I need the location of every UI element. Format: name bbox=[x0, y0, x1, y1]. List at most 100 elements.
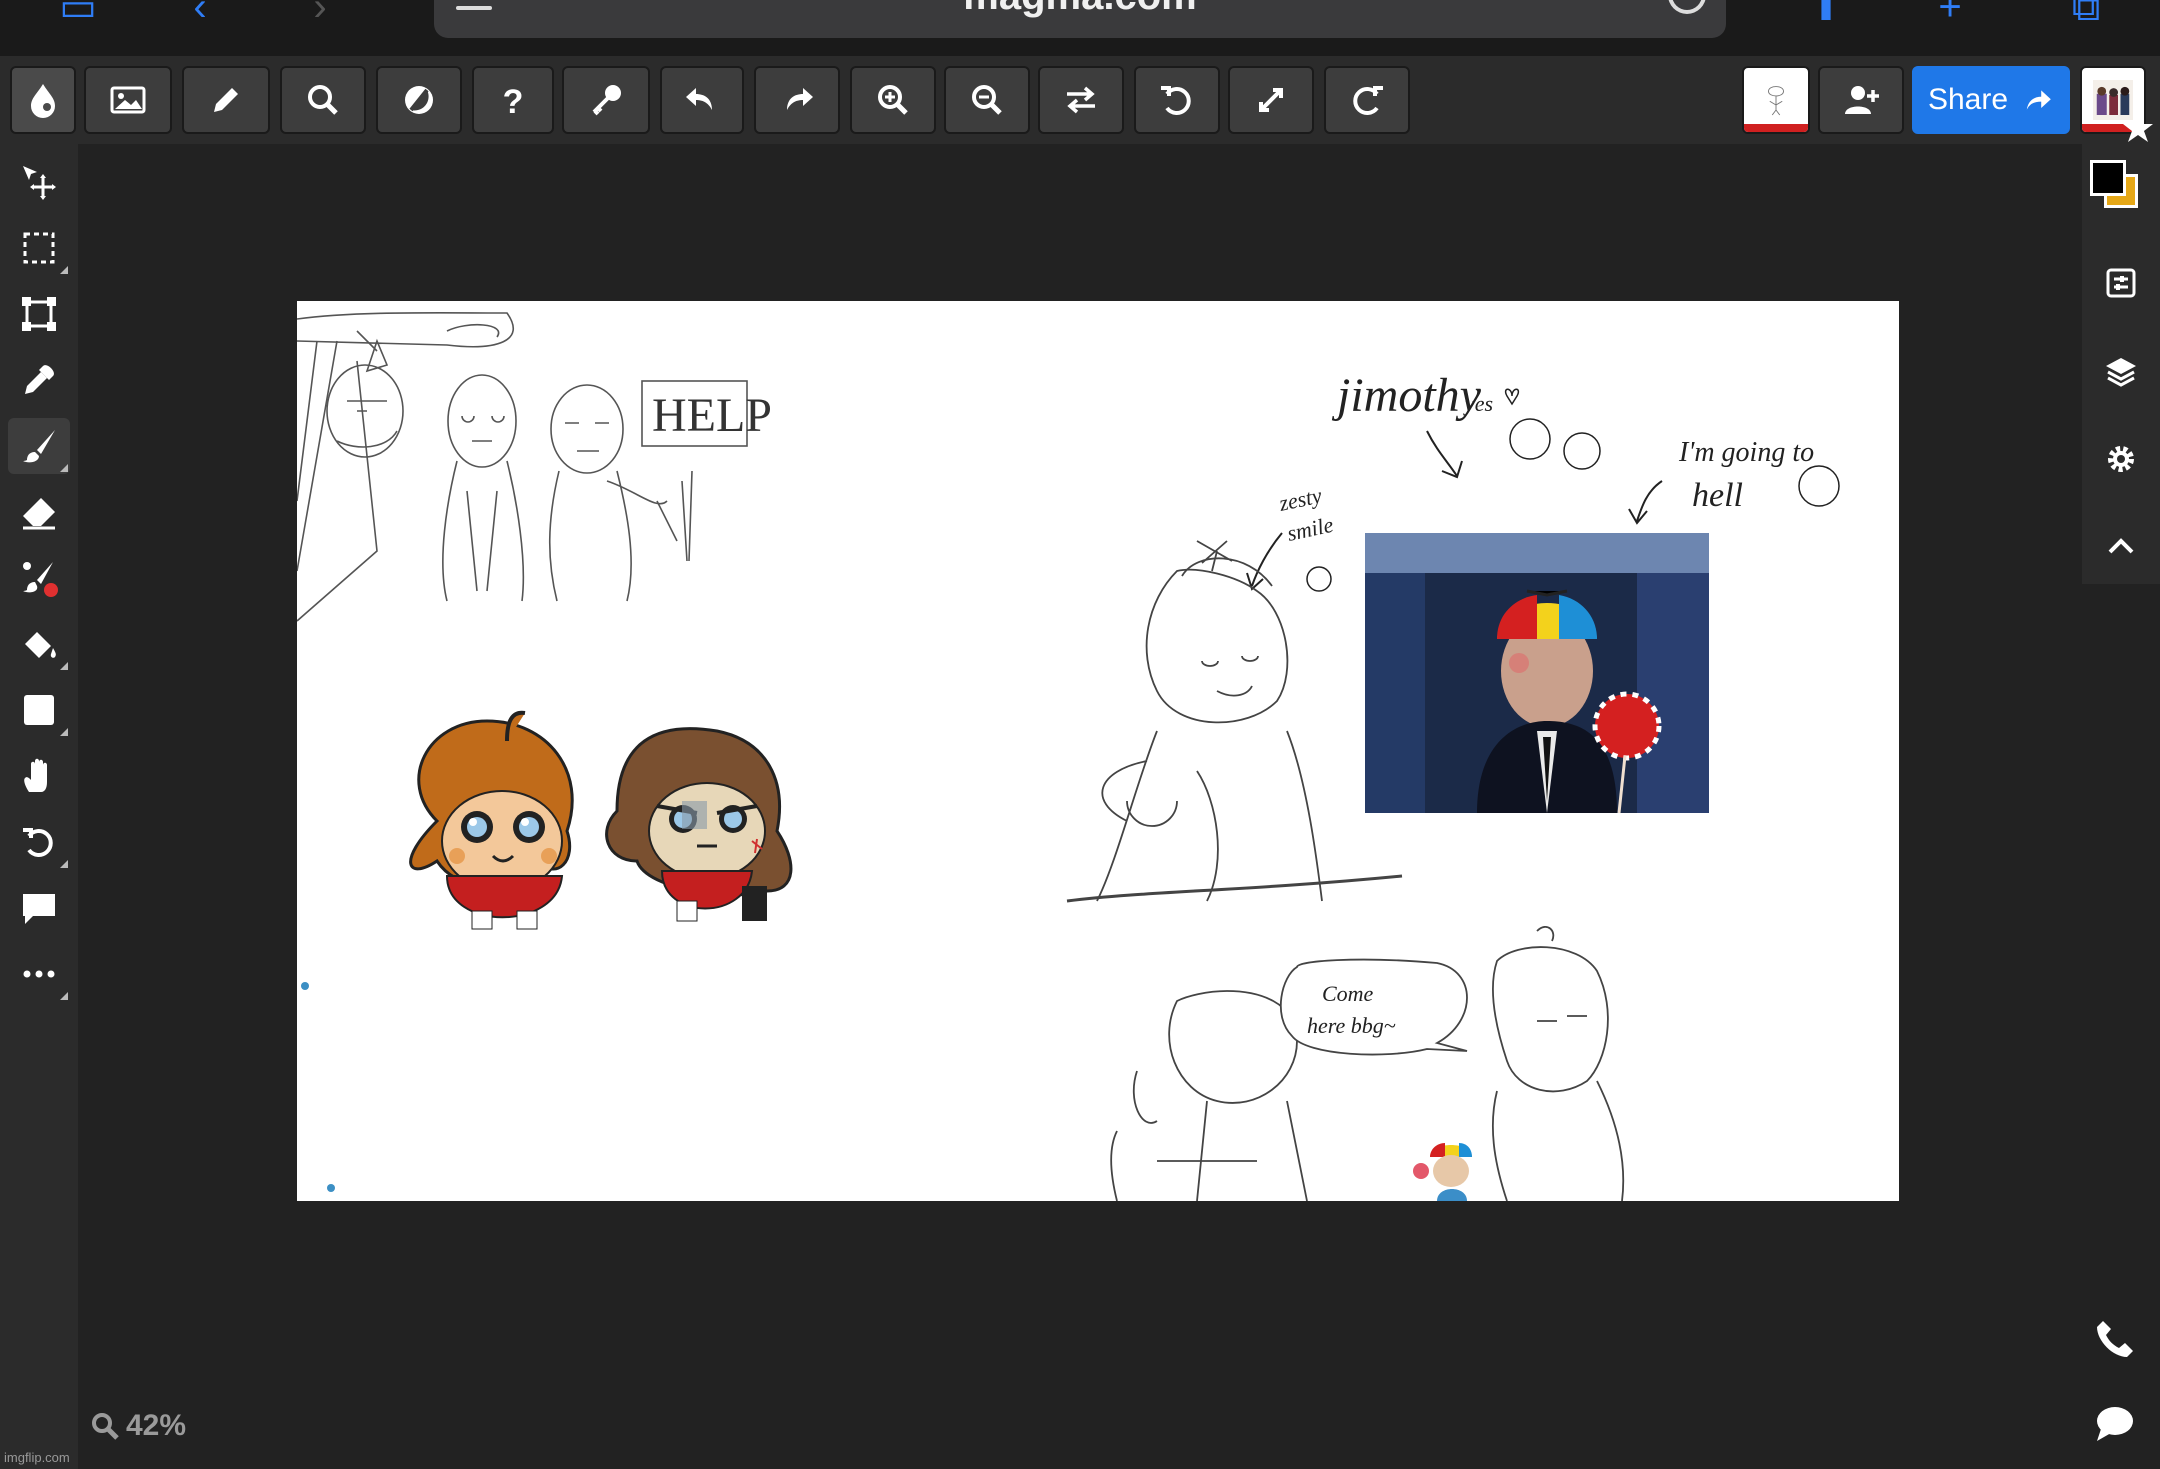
undo-button[interactable] bbox=[660, 66, 744, 134]
layers-button[interactable] bbox=[2094, 344, 2148, 398]
shape-icon bbox=[24, 695, 54, 725]
brush-tool[interactable] bbox=[8, 418, 70, 474]
search-button[interactable] bbox=[280, 66, 366, 134]
rotate-view-icon bbox=[23, 828, 53, 857]
comment-tool[interactable] bbox=[8, 880, 70, 936]
here-text: here bbg~ bbox=[1307, 1013, 1396, 1038]
sidebar-icon[interactable]: ▭ bbox=[48, 0, 108, 27]
more-tools[interactable] bbox=[8, 946, 70, 1002]
pasted-photo bbox=[1365, 533, 1709, 814]
fullscreen-button[interactable] bbox=[1228, 66, 1314, 134]
gear-icon bbox=[2108, 446, 2134, 472]
pencil-button[interactable] bbox=[182, 66, 270, 134]
forward-icon[interactable]: › bbox=[290, 0, 350, 27]
drawing-canvas[interactable]: HELP jimothy yes I'm going to hell zesty… bbox=[297, 301, 1899, 1201]
move-tool[interactable] bbox=[8, 154, 70, 210]
star-icon[interactable] bbox=[2122, 112, 2154, 144]
submenu-indicator bbox=[60, 662, 68, 670]
magma-logo-icon bbox=[31, 84, 55, 118]
redo-button[interactable] bbox=[754, 66, 840, 134]
shape-tool[interactable] bbox=[8, 682, 70, 738]
help-icon: ? bbox=[503, 83, 524, 120]
brush-icon bbox=[23, 430, 55, 463]
left-tool-panel bbox=[0, 144, 78, 1469]
more-icon bbox=[23, 970, 55, 978]
zoom-readout[interactable]: 42% bbox=[90, 1409, 186, 1443]
image-button[interactable] bbox=[84, 66, 172, 134]
rotate-right-button[interactable] bbox=[1324, 66, 1410, 134]
smudge-icon bbox=[23, 562, 58, 597]
eyedropper-icon bbox=[25, 365, 54, 394]
zesty-arrow-doodle bbox=[1246, 532, 1283, 591]
user-thumbnail-button[interactable] bbox=[1742, 66, 1810, 134]
rotate-left-icon bbox=[1161, 86, 1191, 115]
zoom-value: 42% bbox=[126, 1409, 187, 1442]
add-user-icon bbox=[1845, 86, 1879, 114]
voice-call-button[interactable] bbox=[2088, 1312, 2142, 1366]
sketch-thumbnail bbox=[1756, 80, 1796, 120]
share-button[interactable]: Share bbox=[1912, 66, 2070, 134]
settings-button[interactable] bbox=[2094, 432, 2148, 486]
svg-text:?: ? bbox=[503, 83, 524, 120]
zesty-text: zesty bbox=[1276, 482, 1324, 516]
eraser-icon bbox=[23, 498, 55, 530]
rotate-left-button[interactable] bbox=[1134, 66, 1220, 134]
transform-tool[interactable] bbox=[8, 286, 70, 342]
add-user-button[interactable] bbox=[1818, 66, 1904, 134]
rotate-view-tool[interactable] bbox=[8, 814, 70, 870]
eraser-tool[interactable] bbox=[8, 484, 70, 540]
chat-button[interactable] bbox=[2088, 1396, 2142, 1450]
smudge-tool[interactable] bbox=[8, 550, 70, 606]
eyedropper-tool[interactable] bbox=[8, 352, 70, 408]
search-icon bbox=[308, 85, 338, 115]
transform-icon bbox=[22, 297, 56, 331]
image-icon bbox=[110, 86, 146, 114]
arrow-doodle bbox=[1426, 430, 1463, 479]
circle-slash-icon bbox=[405, 86, 433, 114]
zoom-in-button[interactable] bbox=[850, 66, 936, 134]
zoom-in-icon bbox=[878, 85, 908, 115]
add-tab-icon[interactable]: + bbox=[1920, 0, 1980, 27]
comment-icon bbox=[23, 894, 55, 924]
tabs-icon[interactable]: ⧉ bbox=[2056, 0, 2116, 27]
jimothy-text: jimothy bbox=[1331, 369, 1482, 422]
collapse-panel-button[interactable] bbox=[2094, 520, 2148, 574]
key-button[interactable] bbox=[562, 66, 650, 134]
flip-icon bbox=[1067, 86, 1095, 114]
zoom-out-button[interactable] bbox=[944, 66, 1030, 134]
watermark: imgflip.com bbox=[4, 1450, 70, 1465]
chibi-brown-hair bbox=[605, 727, 793, 922]
hell-smiley-doodle bbox=[1798, 465, 1840, 507]
brush-settings-button[interactable] bbox=[376, 66, 462, 134]
color-swatch[interactable] bbox=[2090, 160, 2150, 220]
user-status-bar bbox=[1744, 124, 1808, 132]
help-sign-text: HELP bbox=[652, 389, 772, 442]
search-icon bbox=[92, 1413, 119, 1440]
smiley-doodle bbox=[1509, 418, 1551, 460]
chevron-up-icon bbox=[2108, 538, 2134, 554]
primary-color[interactable] bbox=[2090, 160, 2126, 196]
hell-text: hell bbox=[1692, 477, 1743, 514]
share-sheet-icon[interactable]: ⬆ bbox=[1796, 0, 1856, 27]
fullscreen-icon bbox=[1259, 88, 1283, 112]
submenu-indicator bbox=[60, 860, 68, 868]
fill-icon bbox=[25, 632, 56, 658]
sketch-group-help bbox=[297, 311, 748, 622]
share-arrow-icon bbox=[2026, 90, 2051, 110]
zesty-smiley-doodle bbox=[1306, 566, 1332, 592]
phone-icon bbox=[2097, 1321, 2133, 1357]
hand-tool[interactable] bbox=[8, 748, 70, 804]
layers-icon bbox=[2106, 358, 2136, 387]
fill-tool[interactable] bbox=[8, 616, 70, 672]
adjustments-button[interactable] bbox=[2094, 256, 2148, 310]
laugh-doodle bbox=[1563, 432, 1601, 470]
adjustments-icon bbox=[2106, 268, 2136, 298]
canvas-artwork: HELP jimothy yes I'm going to hell zesty… bbox=[297, 311, 1840, 1201]
back-icon[interactable]: ‹ bbox=[170, 0, 230, 27]
magma-logo-button[interactable] bbox=[10, 66, 76, 134]
help-button[interactable]: ? bbox=[472, 66, 554, 134]
undo-icon bbox=[686, 88, 712, 110]
url-field[interactable]: magma.com bbox=[434, 0, 1726, 38]
flip-button[interactable] bbox=[1038, 66, 1124, 134]
selection-tool[interactable] bbox=[8, 220, 70, 276]
